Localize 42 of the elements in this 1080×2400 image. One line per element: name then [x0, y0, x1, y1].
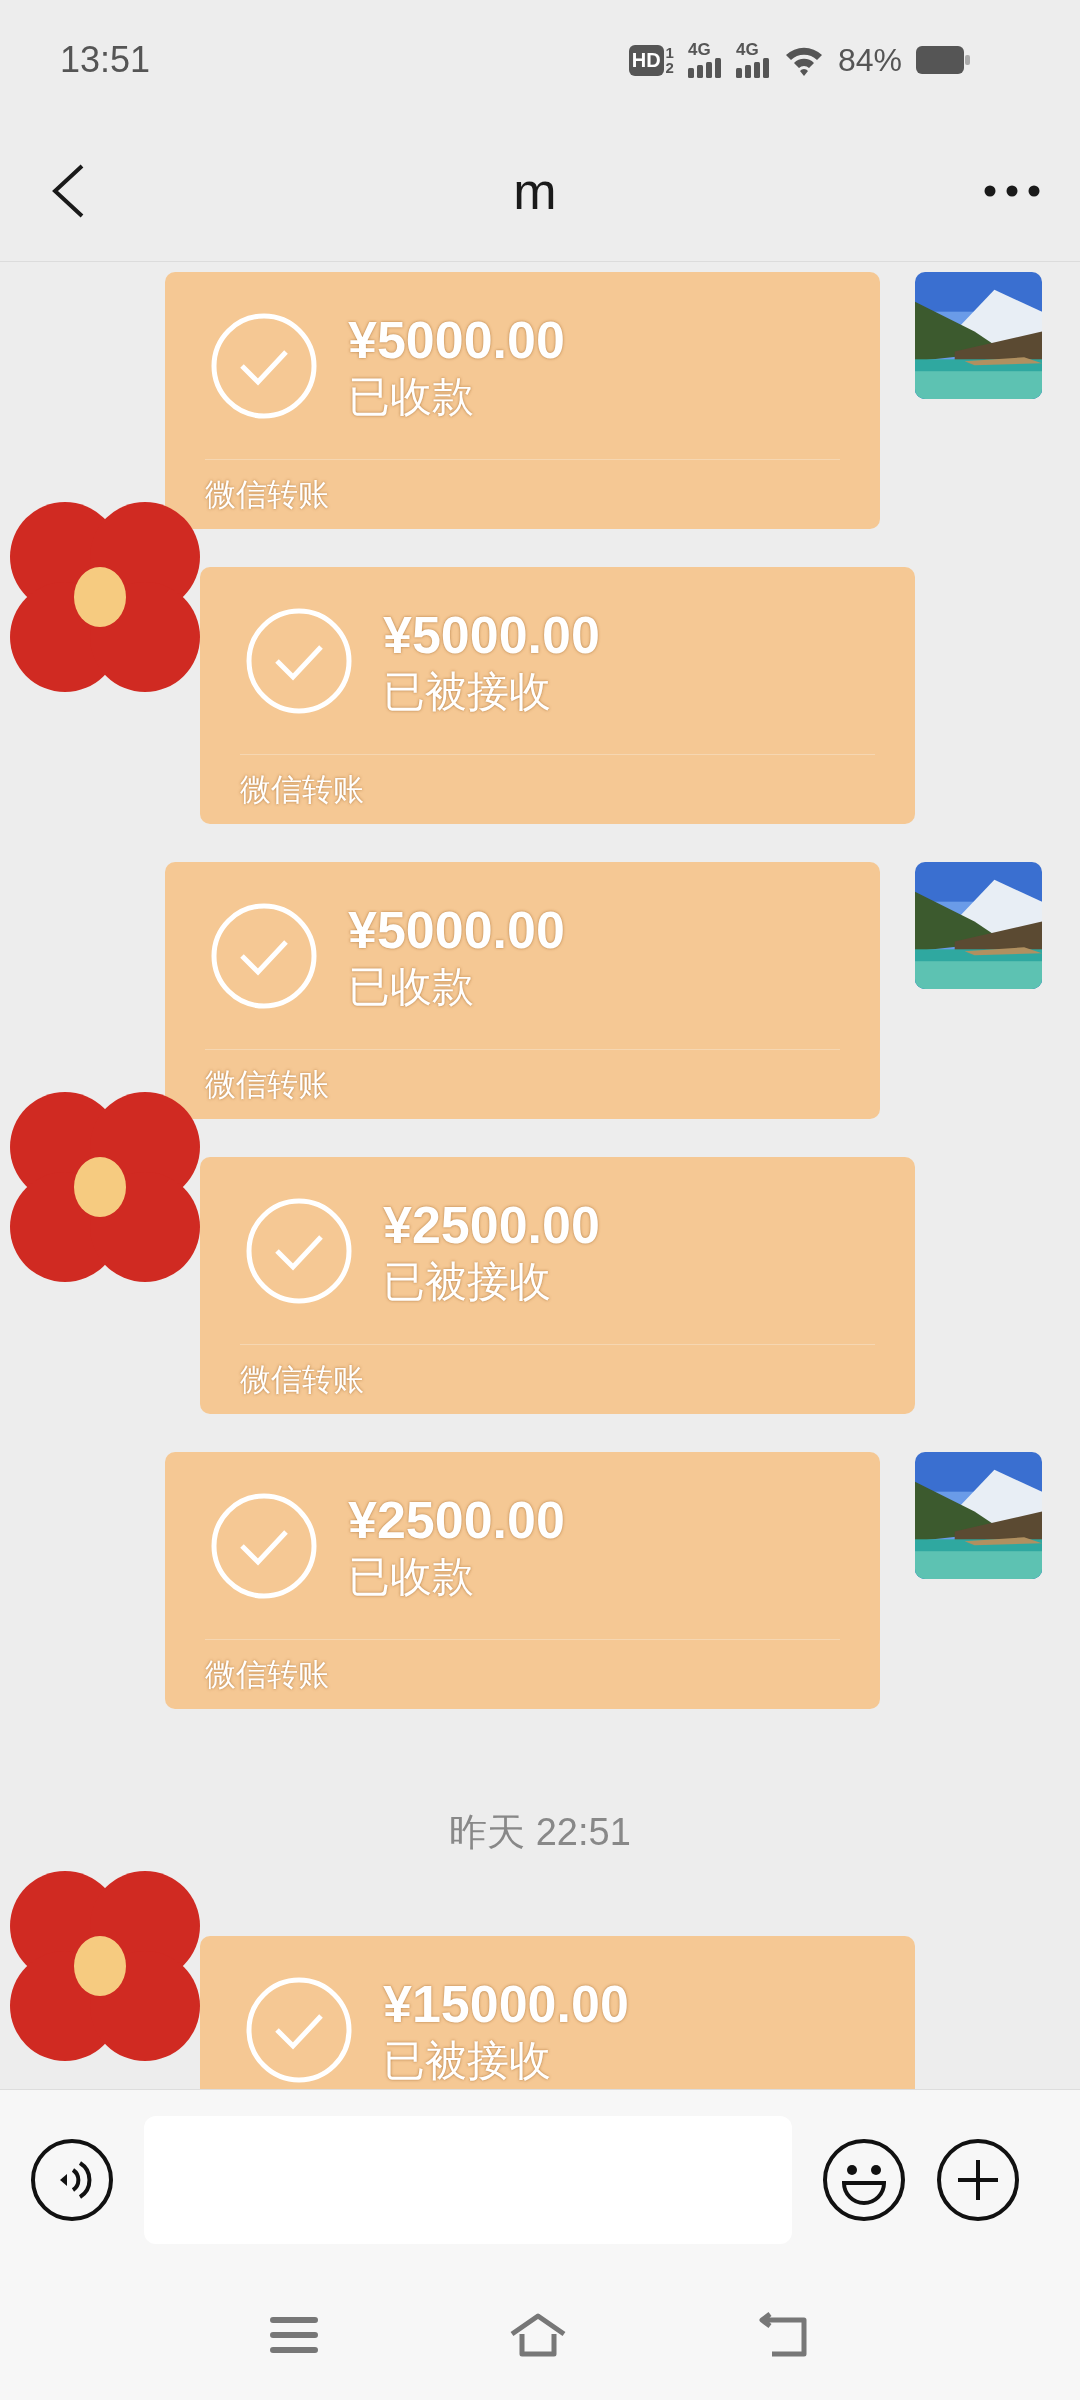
transfer-amount: ¥15000.00: [383, 1973, 629, 2035]
status-time: 13:51: [60, 39, 151, 81]
transfer-amount: ¥5000.00: [348, 899, 565, 961]
emoji-icon[interactable]: [822, 2138, 906, 2222]
check-circle-icon: [210, 311, 318, 420]
transfer-status: 已收款: [348, 961, 475, 1012]
menu-icon[interactable]: [270, 2316, 318, 2354]
transfer-amount: ¥2500.00: [383, 1194, 600, 1256]
battery-icon: [916, 46, 970, 74]
transfer-message[interactable]: ¥15000.00 已被接收: [200, 1936, 915, 2089]
transfer-amount: ¥5000.00: [383, 604, 600, 666]
transfer-message[interactable]: ¥5000.00 已收款 微信转账: [165, 862, 880, 1119]
add-icon[interactable]: [936, 2138, 1020, 2222]
check-circle-icon: [245, 1196, 353, 1305]
transfer-label: 微信转账: [240, 770, 364, 809]
battery-percentage: 84%: [837, 41, 902, 79]
transfer-status: 已收款: [348, 371, 475, 422]
transfer-label: 微信转账: [205, 1655, 329, 1694]
message-timestamp: 昨天 22:51: [449, 1810, 631, 1855]
back-nav-icon[interactable]: [758, 2312, 810, 2358]
transfer-status: 已被接收: [383, 1256, 552, 1307]
check-circle-icon: [210, 901, 318, 1010]
transfer-message[interactable]: ¥2500.00 已被接收 微信转账: [200, 1157, 915, 1414]
check-circle-icon: [245, 1975, 353, 2084]
transfer-status: 已被接收: [383, 666, 552, 717]
transfer-label: 微信转账: [205, 475, 329, 514]
home-icon[interactable]: [508, 2312, 568, 2358]
voice-icon[interactable]: [30, 2138, 114, 2222]
transfer-label: 微信转账: [240, 1360, 364, 1399]
transfer-amount: ¥2500.00: [348, 1489, 565, 1551]
more-icon[interactable]: [984, 184, 1040, 197]
transfer-amount: ¥5000.00: [348, 309, 565, 371]
check-circle-icon: [245, 606, 353, 715]
transfer-message[interactable]: ¥5000.00 已收款 微信转账: [165, 272, 880, 529]
transfer-label: 微信转账: [205, 1065, 329, 1104]
chat-title: m: [513, 160, 557, 221]
transfer-message[interactable]: ¥2500.00 已收款 微信转账: [165, 1452, 880, 1709]
transfer-status: 已被接收: [383, 2035, 552, 2086]
transfer-message[interactable]: ¥5000.00 已被接收 微信转账: [200, 567, 915, 824]
transfer-status: 已收款: [348, 1551, 475, 1602]
back-icon[interactable]: [50, 162, 86, 219]
check-circle-icon: [210, 1491, 318, 1600]
